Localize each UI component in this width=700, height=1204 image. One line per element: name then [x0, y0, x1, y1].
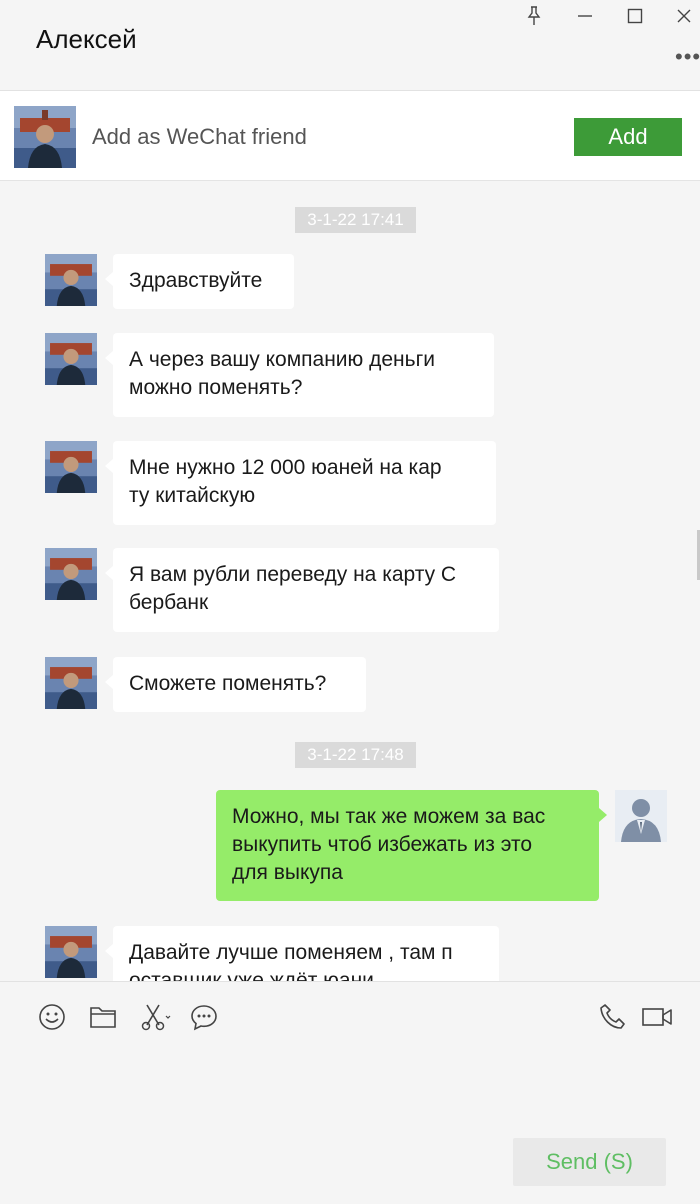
send-button[interactable]: Send (S)	[513, 1138, 666, 1186]
contact-avatar[interactable]	[45, 657, 97, 709]
contact-name: Алексей	[36, 24, 137, 54]
video-call-icon[interactable]	[641, 1002, 673, 1032]
message-bubble[interactable]: Я вам рубли переведу на карту С бербанк	[105, 548, 499, 632]
input-divider	[0, 981, 700, 982]
chat-header: Алексей •••	[0, 0, 700, 91]
message-input[interactable]	[20, 1045, 680, 1130]
pin-icon[interactable]	[522, 4, 546, 28]
timestamp: 3-1-22 17:48	[295, 742, 416, 768]
message-bubble[interactable]: Сможете поменять?	[105, 657, 366, 712]
folder-icon[interactable]	[88, 1002, 118, 1032]
my-message-bubble[interactable]: Можно, мы так же можем за вас выкупить ч…	[216, 790, 607, 901]
add-friend-button[interactable]: Add	[574, 118, 682, 156]
timestamp: 3-1-22 17:41	[295, 207, 416, 233]
close-icon[interactable]	[672, 4, 696, 28]
add-friend-bar: Add as WeChat friend Add	[0, 91, 700, 181]
my-avatar[interactable]	[615, 790, 667, 842]
contact-avatar[interactable]	[45, 333, 97, 385]
contact-avatar[interactable]	[45, 254, 97, 306]
minimize-icon[interactable]	[573, 4, 597, 28]
chat-history-icon[interactable]	[189, 1002, 219, 1032]
message-bubble[interactable]: А через вашу компанию деньги можно помен…	[105, 333, 494, 417]
scissors-icon[interactable]	[139, 1002, 173, 1032]
emoji-icon[interactable]	[37, 1002, 67, 1032]
contact-avatar[interactable]	[14, 106, 76, 168]
chat-messages[interactable]: 3-1-22 17:41 Здравствуйте А через вашу к…	[0, 181, 700, 981]
message-bubble[interactable]: Давайте лучше поменяем , там п оставщик …	[105, 926, 499, 981]
contact-avatar[interactable]	[45, 441, 97, 493]
message-bubble[interactable]: Мне нужно 12 000 юаней на кар ту китайск…	[105, 441, 496, 525]
contact-avatar[interactable]	[45, 926, 97, 978]
phone-icon[interactable]	[598, 1002, 628, 1032]
more-options-button[interactable]: •••	[675, 44, 700, 70]
maximize-icon[interactable]	[623, 4, 647, 28]
message-bubble[interactable]: Здравствуйте	[105, 254, 294, 309]
contact-avatar[interactable]	[45, 548, 97, 600]
add-friend-label: Add as WeChat friend	[92, 124, 307, 149]
